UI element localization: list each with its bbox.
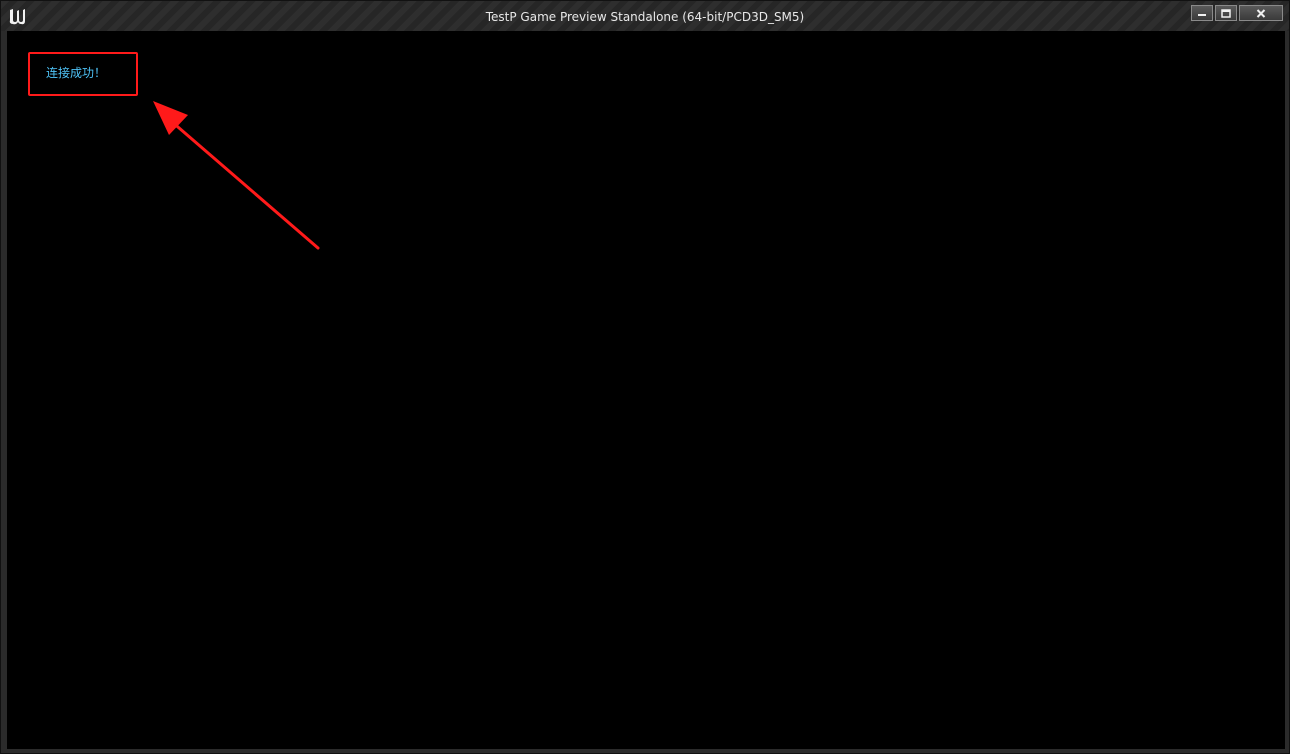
minimize-button[interactable] — [1191, 5, 1213, 21]
maximize-icon — [1221, 8, 1231, 18]
game-viewport[interactable]: 连接成功！ — [7, 31, 1285, 749]
title-bar[interactable]: TestP Game Preview Standalone (64-bit/PC… — [1, 1, 1289, 31]
window-controls — [1191, 5, 1283, 21]
maximize-button[interactable] — [1215, 5, 1237, 21]
unreal-engine-logo-icon — [9, 9, 25, 25]
minimize-icon — [1198, 14, 1206, 16]
annotation-arrow — [153, 101, 320, 250]
window-title: TestP Game Preview Standalone (64-bit/PC… — [485, 10, 805, 24]
close-button[interactable] — [1239, 5, 1283, 21]
close-icon — [1256, 8, 1266, 18]
game-window: TestP Game Preview Standalone (64-bit/PC… — [0, 0, 1290, 754]
